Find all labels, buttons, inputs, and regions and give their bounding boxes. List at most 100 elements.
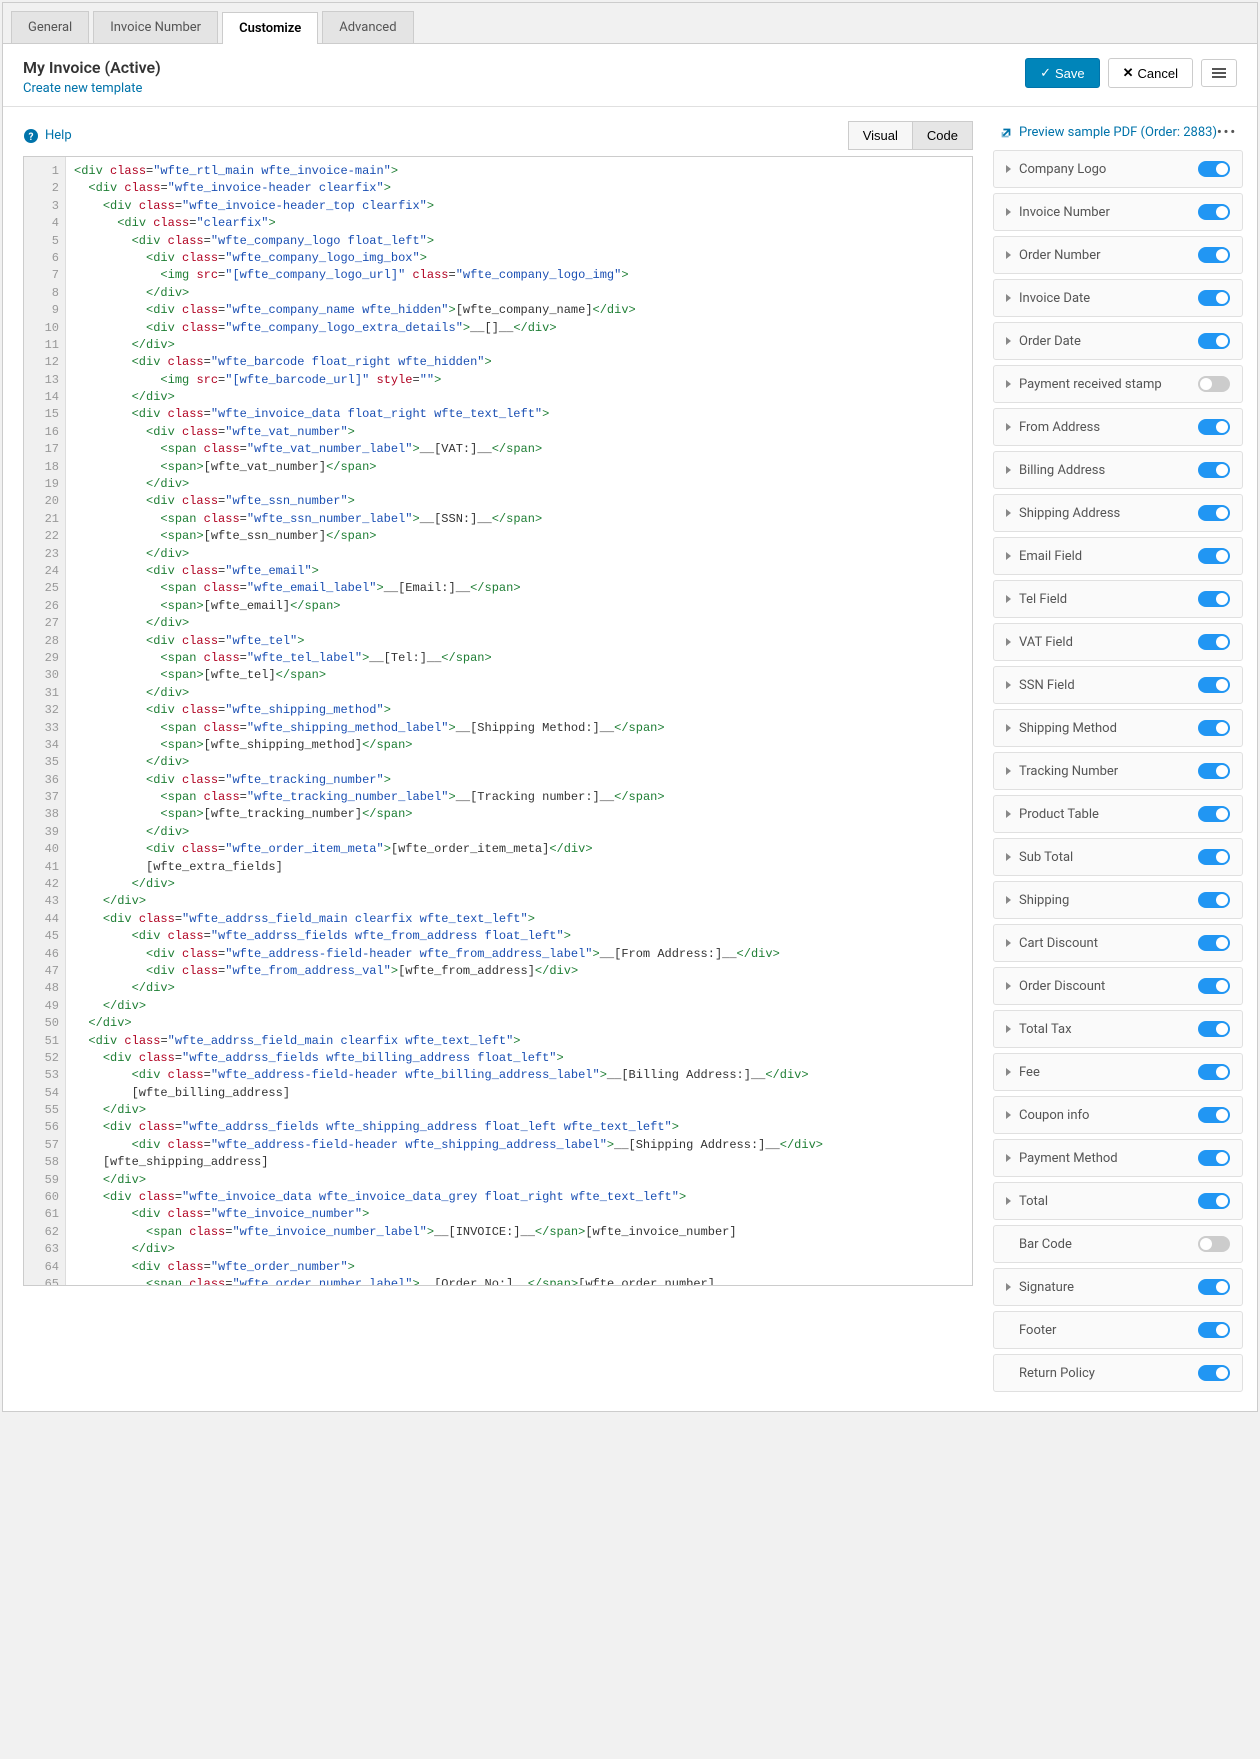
code-line[interactable]: <div class="wfte_shipping_method"> xyxy=(74,702,964,719)
toggle-switch[interactable] xyxy=(1198,892,1230,908)
code-line[interactable]: <span>[wfte_ssn_number]</span> xyxy=(74,528,964,545)
tab-general[interactable]: General xyxy=(11,11,89,43)
preview-pdf-link[interactable]: Preview sample PDF (Order: 2883) xyxy=(999,125,1217,140)
code-line[interactable]: <div class="wfte_vat_number"> xyxy=(74,424,964,441)
code-line[interactable]: [wfte_extra_fields] xyxy=(74,859,964,876)
code-line[interactable]: <span class="wfte_invoice_number_label">… xyxy=(74,1224,964,1241)
code-line[interactable]: <div class="wfte_company_logo float_left… xyxy=(74,233,964,250)
panel-item[interactable]: Payment Method xyxy=(993,1139,1243,1177)
toggle-switch[interactable] xyxy=(1198,1279,1230,1295)
code-line[interactable]: <div class="wfte_email"> xyxy=(74,563,964,580)
tab-customize[interactable]: Customize xyxy=(222,12,318,44)
code-line[interactable]: <div class="clearfix"> xyxy=(74,215,964,232)
code-line[interactable]: <span class="wfte_tracking_number_label"… xyxy=(74,789,964,806)
panel-item[interactable]: Return Policy xyxy=(993,1354,1243,1392)
code-line[interactable]: <span class="wfte_vat_number_label">__[V… xyxy=(74,441,964,458)
code-line[interactable]: <span class="wfte_email_label">__[Email:… xyxy=(74,580,964,597)
toggle-switch[interactable] xyxy=(1198,1150,1230,1166)
code-line[interactable]: <div class="wfte_order_item_meta">[wfte_… xyxy=(74,841,964,858)
panel-item[interactable]: Shipping Method xyxy=(993,709,1243,747)
code-line[interactable]: </div> xyxy=(74,998,964,1015)
toggle-switch[interactable] xyxy=(1198,462,1230,478)
code-line[interactable]: </div> xyxy=(74,476,964,493)
code-line[interactable]: [wfte_billing_address] xyxy=(74,1085,964,1102)
toggle-switch[interactable] xyxy=(1198,548,1230,564)
code-line[interactable]: <span>[wfte_email]</span> xyxy=(74,598,964,615)
panel-item[interactable]: Shipping Address xyxy=(993,494,1243,532)
toggle-switch[interactable] xyxy=(1198,849,1230,865)
code-line[interactable]: <div class="wfte_address-field-header wf… xyxy=(74,1137,964,1154)
toggle-switch[interactable] xyxy=(1198,1193,1230,1209)
code-line[interactable]: <div class="wfte_company_logo_extra_deta… xyxy=(74,320,964,337)
toggle-switch[interactable] xyxy=(1198,677,1230,693)
code-line[interactable]: </div> xyxy=(74,389,964,406)
panel-item[interactable]: Order Number xyxy=(993,236,1243,274)
toggle-switch[interactable] xyxy=(1198,634,1230,650)
panel-item[interactable]: Order Discount xyxy=(993,967,1243,1005)
code-line[interactable]: <div class="wfte_company_name wfte_hidde… xyxy=(74,302,964,319)
panel-item[interactable]: Order Date xyxy=(993,322,1243,360)
code-line[interactable]: </div> xyxy=(74,337,964,354)
code-line[interactable]: <span class="wfte_ssn_number_label">__[S… xyxy=(74,511,964,528)
code-line[interactable]: <div class="wfte_address-field-header wf… xyxy=(74,1067,964,1084)
cancel-button[interactable]: ✕ Cancel xyxy=(1108,58,1193,88)
code-editor[interactable]: 1234567891011121314151617181920212223242… xyxy=(23,156,973,1286)
panel-item[interactable]: Total xyxy=(993,1182,1243,1220)
code-line[interactable]: </div> xyxy=(74,685,964,702)
code-line[interactable]: </div> xyxy=(74,285,964,302)
panel-item[interactable]: Sub Total xyxy=(993,838,1243,876)
panel-item[interactable]: Product Table xyxy=(993,795,1243,833)
tab-advanced[interactable]: Advanced xyxy=(322,11,413,43)
panel-item[interactable]: SSN Field xyxy=(993,666,1243,704)
code-line[interactable]: <div class="wfte_addrss_fields wfte_from… xyxy=(74,928,964,945)
code-line[interactable]: </div> xyxy=(74,893,964,910)
panel-item[interactable]: Bar Code xyxy=(993,1225,1243,1263)
toggle-switch[interactable] xyxy=(1198,806,1230,822)
code-line[interactable]: </div> xyxy=(74,980,964,997)
code-line[interactable]: <div class="wfte_company_logo_img_box"> xyxy=(74,250,964,267)
toggle-switch[interactable] xyxy=(1198,505,1230,521)
menu-button[interactable] xyxy=(1201,59,1237,87)
panel-item[interactable]: Payment received stamp xyxy=(993,365,1243,403)
code-line[interactable]: <img src="[wfte_company_logo_url]" class… xyxy=(74,267,964,284)
code-line[interactable]: [wfte_shipping_address] xyxy=(74,1154,964,1171)
code-line[interactable]: </div> xyxy=(74,1172,964,1189)
code-line[interactable]: <div class="wfte_addrss_field_main clear… xyxy=(74,1033,964,1050)
panel-item[interactable]: Cart Discount xyxy=(993,924,1243,962)
toggle-switch[interactable] xyxy=(1198,1064,1230,1080)
code-line[interactable]: <span class="wfte_order_number_label">__… xyxy=(74,1276,964,1285)
toggle-switch[interactable] xyxy=(1198,204,1230,220)
toggle-switch[interactable] xyxy=(1198,1021,1230,1037)
panel-item[interactable]: Coupon info xyxy=(993,1096,1243,1134)
help-link[interactable]: ? Help xyxy=(23,128,72,144)
toggle-switch[interactable] xyxy=(1198,247,1230,263)
code-line[interactable]: <div class="wfte_addrss_field_main clear… xyxy=(74,911,964,928)
panel-item[interactable]: VAT Field xyxy=(993,623,1243,661)
toggle-switch[interactable] xyxy=(1198,290,1230,306)
code-line[interactable]: </div> xyxy=(74,615,964,632)
panel-item[interactable]: Invoice Date xyxy=(993,279,1243,317)
panel-item[interactable]: Company Logo xyxy=(993,150,1243,188)
code-line[interactable]: <div class="wfte_invoice-header clearfix… xyxy=(74,180,964,197)
toggle-switch[interactable] xyxy=(1198,419,1230,435)
code-line[interactable]: <span>[wfte_tracking_number]</span> xyxy=(74,806,964,823)
code-line[interactable]: <div class="wfte_from_address_val">[wfte… xyxy=(74,963,964,980)
toggle-switch[interactable] xyxy=(1198,1322,1230,1338)
code-line[interactable]: </div> xyxy=(74,876,964,893)
panel-item[interactable]: Billing Address xyxy=(993,451,1243,489)
toggle-switch[interactable] xyxy=(1198,978,1230,994)
code-line[interactable]: <span class="wfte_tel_label">__[Tel:]__<… xyxy=(74,650,964,667)
code-tab[interactable]: Code xyxy=(912,121,973,150)
code-line[interactable]: </div> xyxy=(74,824,964,841)
code-line[interactable]: <div class="wfte_invoice_data float_righ… xyxy=(74,406,964,423)
panel-item[interactable]: Total Tax xyxy=(993,1010,1243,1048)
code-line[interactable]: <div class="wfte_ssn_number"> xyxy=(74,493,964,510)
code-line[interactable]: </div> xyxy=(74,546,964,563)
toggle-switch[interactable] xyxy=(1198,376,1230,392)
code-line[interactable]: <span>[wfte_shipping_method]</span> xyxy=(74,737,964,754)
panel-item[interactable]: Email Field xyxy=(993,537,1243,575)
toggle-switch[interactable] xyxy=(1198,763,1230,779)
toggle-switch[interactable] xyxy=(1198,720,1230,736)
panel-item[interactable]: Tracking Number xyxy=(993,752,1243,790)
visual-tab[interactable]: Visual xyxy=(848,121,912,150)
